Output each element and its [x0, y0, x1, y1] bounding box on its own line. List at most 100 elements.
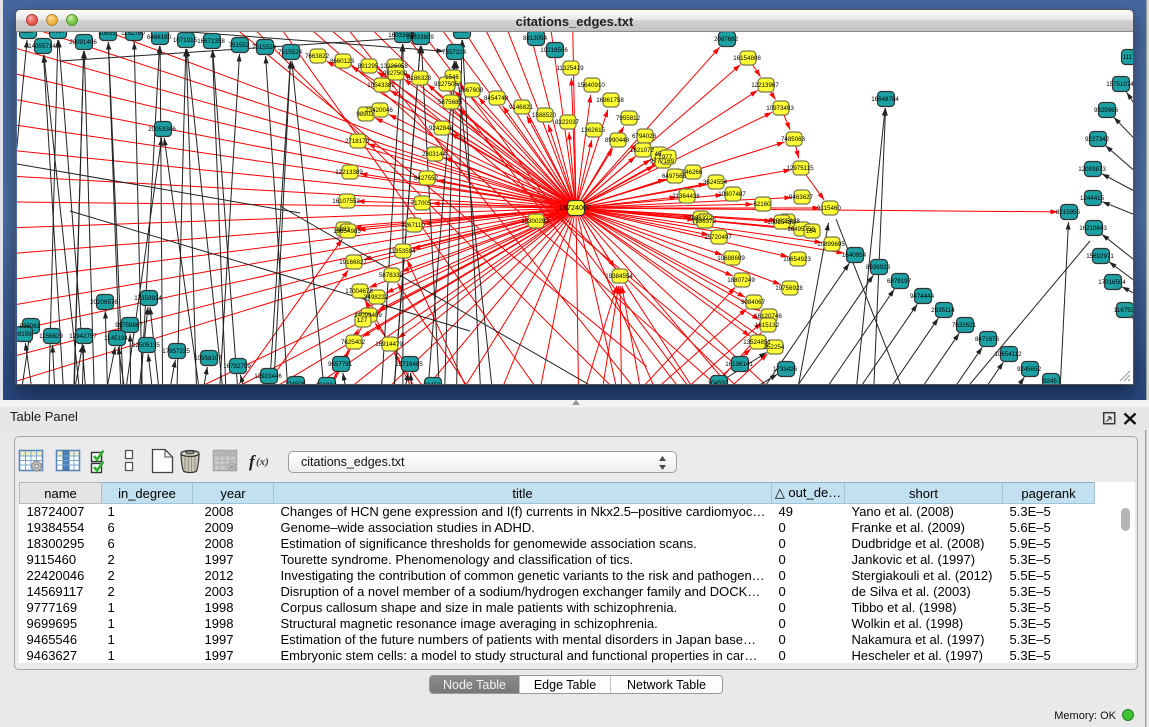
svg-text:252254: 252254 [764, 344, 785, 351]
svg-text:16648784: 16648784 [871, 96, 899, 103]
svg-text:15716485: 15716485 [395, 361, 423, 368]
svg-text:10688609: 10688609 [717, 255, 745, 262]
svg-text:12213967: 12213967 [751, 82, 779, 89]
svg-text:977: 977 [662, 154, 673, 161]
svg-text:3267110: 3267110 [401, 222, 425, 229]
svg-text:39159: 39159 [17, 331, 32, 338]
svg-text:15640910: 15640910 [577, 82, 605, 89]
svg-text:15720407: 15720407 [704, 234, 732, 241]
svg-text:104592: 104592 [708, 380, 729, 384]
svg-text:98903: 98903 [356, 111, 374, 118]
svg-text:16120746: 16120746 [754, 313, 782, 320]
svg-text:116753: 116753 [1114, 307, 1133, 314]
svg-text:(x): (x) [256, 456, 269, 468]
svg-text:8471676: 8471676 [975, 336, 1000, 343]
svg-text:10973493: 10973493 [766, 105, 794, 112]
svg-text:7515524: 7515524 [252, 44, 277, 51]
svg-text:6466160: 6466160 [147, 34, 172, 41]
svg-text:164: 164 [806, 228, 817, 235]
svg-text:9827500: 9827500 [383, 70, 408, 77]
svg-text:16782759: 16782759 [223, 363, 251, 370]
svg-text:2803144: 2803144 [422, 151, 447, 158]
svg-text:16961758: 16961758 [596, 97, 624, 104]
svg-text:7955812: 7955812 [616, 115, 641, 122]
svg-text:12505135: 12505135 [132, 342, 160, 349]
svg-text:19756928: 19756928 [775, 285, 803, 292]
svg-text:1152760: 1152760 [121, 32, 145, 37]
svg-text:9242848: 9242848 [429, 125, 454, 132]
svg-text:8322037: 8322037 [555, 119, 580, 126]
svg-text:92450: 92450 [423, 382, 441, 384]
svg-text:7485063: 7485063 [781, 136, 806, 143]
svg-text:20091406: 20091406 [69, 39, 97, 46]
svg-text:8813054: 8813054 [523, 35, 548, 42]
svg-text:18724007: 18724007 [559, 203, 591, 212]
svg-text:2718170: 2718170 [345, 138, 370, 145]
svg-text:2008: 2008 [454, 32, 468, 35]
svg-text:10655: 10655 [98, 32, 116, 37]
svg-text:16033809: 16033809 [406, 34, 434, 41]
svg-text:9084067: 9084067 [741, 299, 766, 306]
svg-text:6879197: 6879197 [887, 278, 912, 285]
svg-text:1156829: 1156829 [39, 333, 63, 340]
svg-text:8938923: 8938923 [866, 264, 891, 271]
svg-text:2087682: 2087682 [714, 36, 739, 43]
svg-text:751552: 751552 [229, 42, 250, 49]
svg-text:7357224: 7357224 [442, 49, 467, 56]
svg-text:2867608: 2867608 [459, 87, 484, 94]
svg-text:7632621: 7632621 [952, 322, 977, 329]
svg-text:21364436: 21364436 [672, 193, 700, 200]
svg-text:20053346: 20053346 [148, 126, 176, 133]
svg-text:8186328: 8186328 [407, 75, 432, 82]
svg-text:1733426: 1733426 [773, 366, 798, 373]
svg-text:19166827: 19166827 [339, 259, 367, 266]
svg-text:6497568: 6497568 [662, 173, 687, 180]
svg-text:9327505: 9327505 [434, 81, 459, 88]
svg-text:9115460: 9115460 [817, 205, 841, 212]
svg-text:10543382: 10543382 [367, 82, 395, 89]
svg-text:7663822: 7663822 [305, 53, 330, 60]
svg-text:891295: 891295 [358, 63, 379, 70]
svg-text:3624554: 3624554 [703, 179, 728, 186]
svg-text:12093873: 12093873 [1078, 166, 1106, 173]
svg-text:20097: 20097 [48, 32, 66, 35]
svg-text:19654985: 19654985 [333, 228, 361, 235]
svg-text:19218506: 19218506 [540, 47, 568, 54]
svg-text:14055714: 14055714 [28, 43, 56, 50]
svg-text:935061: 935061 [20, 323, 41, 330]
svg-text:1117: 1117 [1123, 54, 1133, 61]
svg-text:15692971: 15692971 [1086, 253, 1114, 260]
svg-text:7515524: 7515524 [278, 49, 303, 56]
svg-text:11353594: 11353594 [388, 248, 416, 255]
svg-text:16154808: 16154808 [733, 55, 761, 62]
svg-text:16671358: 16671358 [197, 38, 225, 45]
svg-text:2935114: 2935114 [931, 307, 955, 314]
svg-text:10899695: 10899695 [817, 241, 845, 248]
svg-text:16107552: 16107552 [332, 198, 360, 205]
svg-text:17359924: 17359924 [134, 295, 162, 302]
svg-text:7986372: 7986372 [692, 218, 717, 225]
svg-text:1546: 1546 [445, 74, 459, 81]
svg-text:19654923: 19654923 [783, 256, 811, 263]
svg-text:5875685: 5875685 [438, 99, 463, 106]
svg-text:9474444: 9474444 [910, 293, 935, 300]
svg-text:1071915: 1071915 [173, 37, 198, 44]
svg-text:10958107: 10958107 [194, 355, 222, 362]
svg-text:11325419: 11325419 [556, 65, 584, 72]
svg-text:16914479: 16914479 [375, 341, 403, 348]
svg-text:184034: 184034 [316, 382, 337, 384]
svg-text:62160: 62160 [753, 201, 771, 208]
svg-text:10654112: 10654112 [994, 351, 1022, 358]
svg-text:124506: 124506 [285, 381, 306, 384]
svg-text:717005: 717005 [411, 200, 432, 207]
svg-text:1615132: 1615132 [755, 322, 780, 329]
svg-text:10807487: 10807487 [718, 191, 746, 198]
svg-text:12923446: 12923446 [254, 373, 282, 380]
svg-text:17957225: 17957225 [162, 348, 190, 355]
svg-text:10025438: 10025438 [767, 219, 795, 226]
svg-text:9657791: 9657791 [328, 361, 353, 368]
svg-text:16210643: 16210643 [1079, 225, 1107, 232]
svg-text:8454749: 8454749 [484, 95, 509, 102]
svg-text:9227342: 9227342 [1085, 136, 1110, 143]
svg-text:1244415: 1244415 [1080, 195, 1105, 202]
